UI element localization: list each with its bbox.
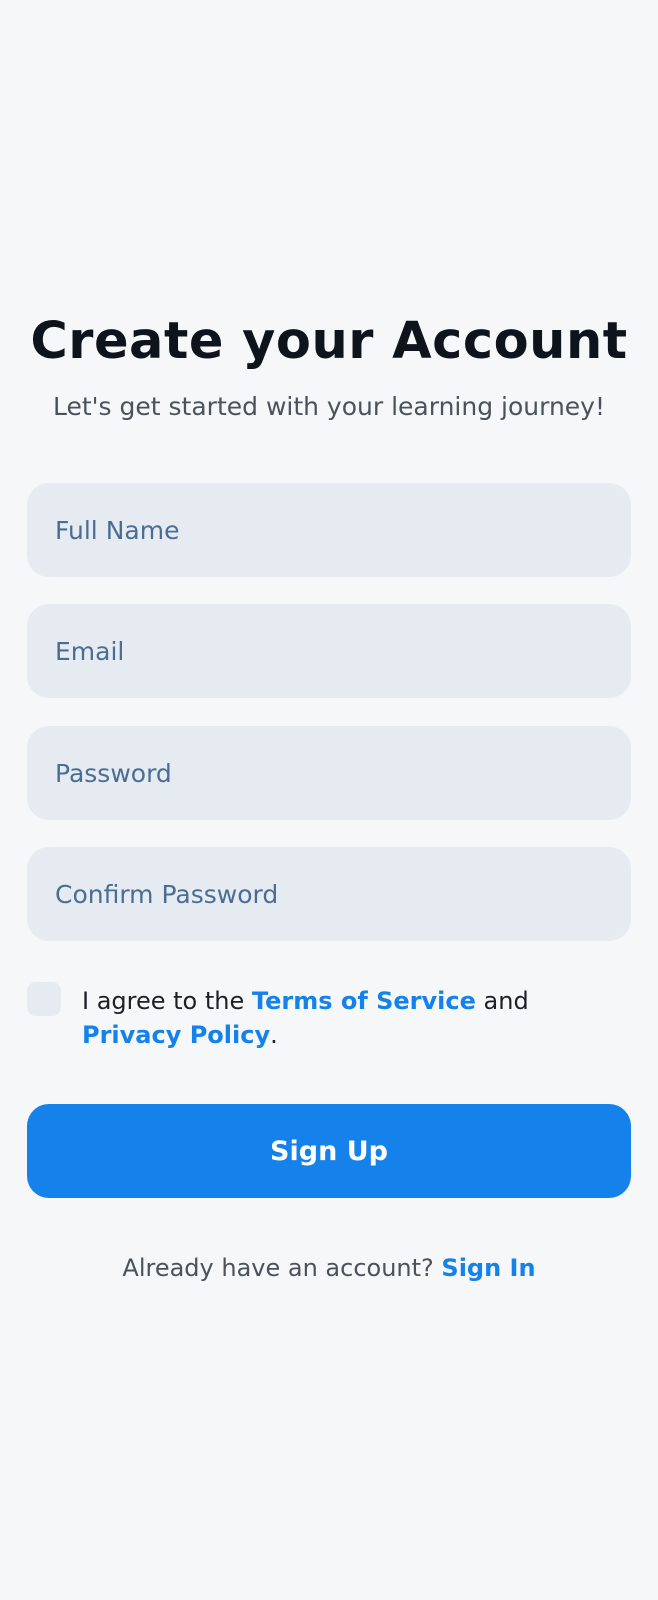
password-input[interactable] [27,726,631,820]
terms-prefix: I agree to the [82,987,252,1015]
email-input[interactable] [27,604,631,698]
sign-up-button[interactable]: Sign Up [27,1104,631,1198]
terms-text: I agree to the Terms of Service and Priv… [82,984,622,1052]
page-subtitle: Let's get started with your learning jou… [53,392,605,421]
sign-in-prompt-text: Already have an account? [122,1254,442,1282]
terms-checkbox[interactable] [27,982,61,1016]
signup-screen: Create your Account Let's get started wi… [0,0,658,1600]
terms-of-service-link[interactable]: Terms of Service [252,987,476,1015]
confirm-password-input[interactable] [27,847,631,941]
page-title: Create your Account [30,312,628,371]
sign-in-link[interactable]: Sign In [441,1254,535,1282]
sign-in-prompt: Already have an account? Sign In [0,1254,658,1282]
full-name-input[interactable] [27,483,631,577]
terms-suffix: . [270,1021,278,1049]
terms-middle: and [475,987,529,1015]
privacy-policy-link[interactable]: Privacy Policy [82,1021,270,1049]
